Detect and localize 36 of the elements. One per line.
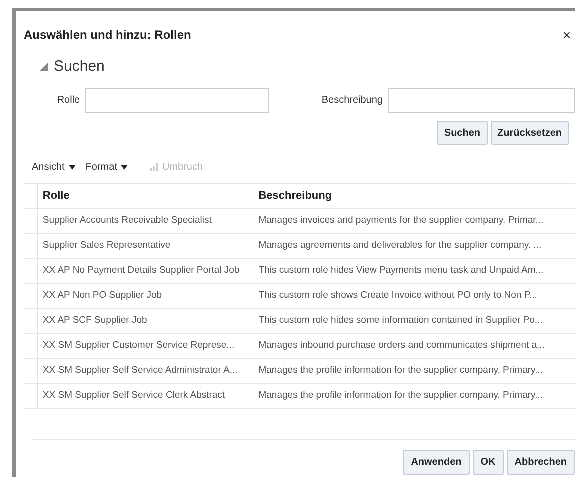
table-cell-text: Manages inbound purchase orders and communicates shipment a... [258,338,546,353]
table-cell-text: Supplier Sales Representative [42,238,172,253]
table-cell-text: XX AP Non PO Supplier Job [42,288,164,303]
input-field[interactable] [388,88,575,112]
table-cell-text: Manages agreements and deliverables for the supplier company. ... [258,238,543,253]
column-header[interactable]: Beschreibung [256,184,575,208]
search-button[interactable]: Suchen [437,121,488,145]
table-cell-text: Supplier Accounts Receivable Specialist [42,214,213,228]
table-cell-text: This custom role hides View Payments menu task and Unpaid Am... [258,264,545,278]
caret-icon [121,164,128,170]
table-cell-text: XX AP No Payment Details Supplier Portal Job [42,264,241,278]
field-label: Rolle [56,94,82,108]
table-cell-text: XX AP SCF Supplier Job [42,314,148,328]
close-button[interactable]: × [562,28,571,42]
dialog-button[interactable]: Anwenden [403,450,470,475]
table-cell-text: XX SM Supplier Self Service Administrator A... [42,364,239,378]
table-cell-text: Manages the profile information for the supplier company. Primary... [258,364,544,378]
input-field[interactable] [85,88,270,112]
disclosure-triangle-icon[interactable] [40,63,48,71]
table-cell-text: This custom role shows Create Invoice without PO only to Non P... [258,288,538,303]
dialog-button[interactable]: OK [472,450,504,475]
field-label: Beschreibung [320,94,384,108]
dialog-title: Auswählen und hinzu: Rollen [24,27,192,44]
dialog-button[interactable]: Abbrechen [506,450,575,475]
table-cell-text: Manages invoices and payments for the supplier company. Primar... [258,214,545,228]
menu-button[interactable]: Format [86,160,128,174]
caret-icon [68,164,76,170]
table-cell-text: XX SM Supplier Customer Service Represe... [42,338,236,353]
table-cell-text: XX SM Supplier Self Service Clerk Abstract [42,388,226,403]
wrap-icon [150,163,158,171]
column-header[interactable]: Rolle [38,184,257,208]
search-button[interactable]: Zurücksetzen [490,121,569,145]
menu-button[interactable]: Ansicht [32,160,76,174]
section-heading: Suchen [54,56,105,77]
table-cell-text: This custom role hides some information contained in Supplier Po... [258,314,544,328]
table-cell-text: Manages the profile information for the supplier company. Primary... [258,388,544,403]
